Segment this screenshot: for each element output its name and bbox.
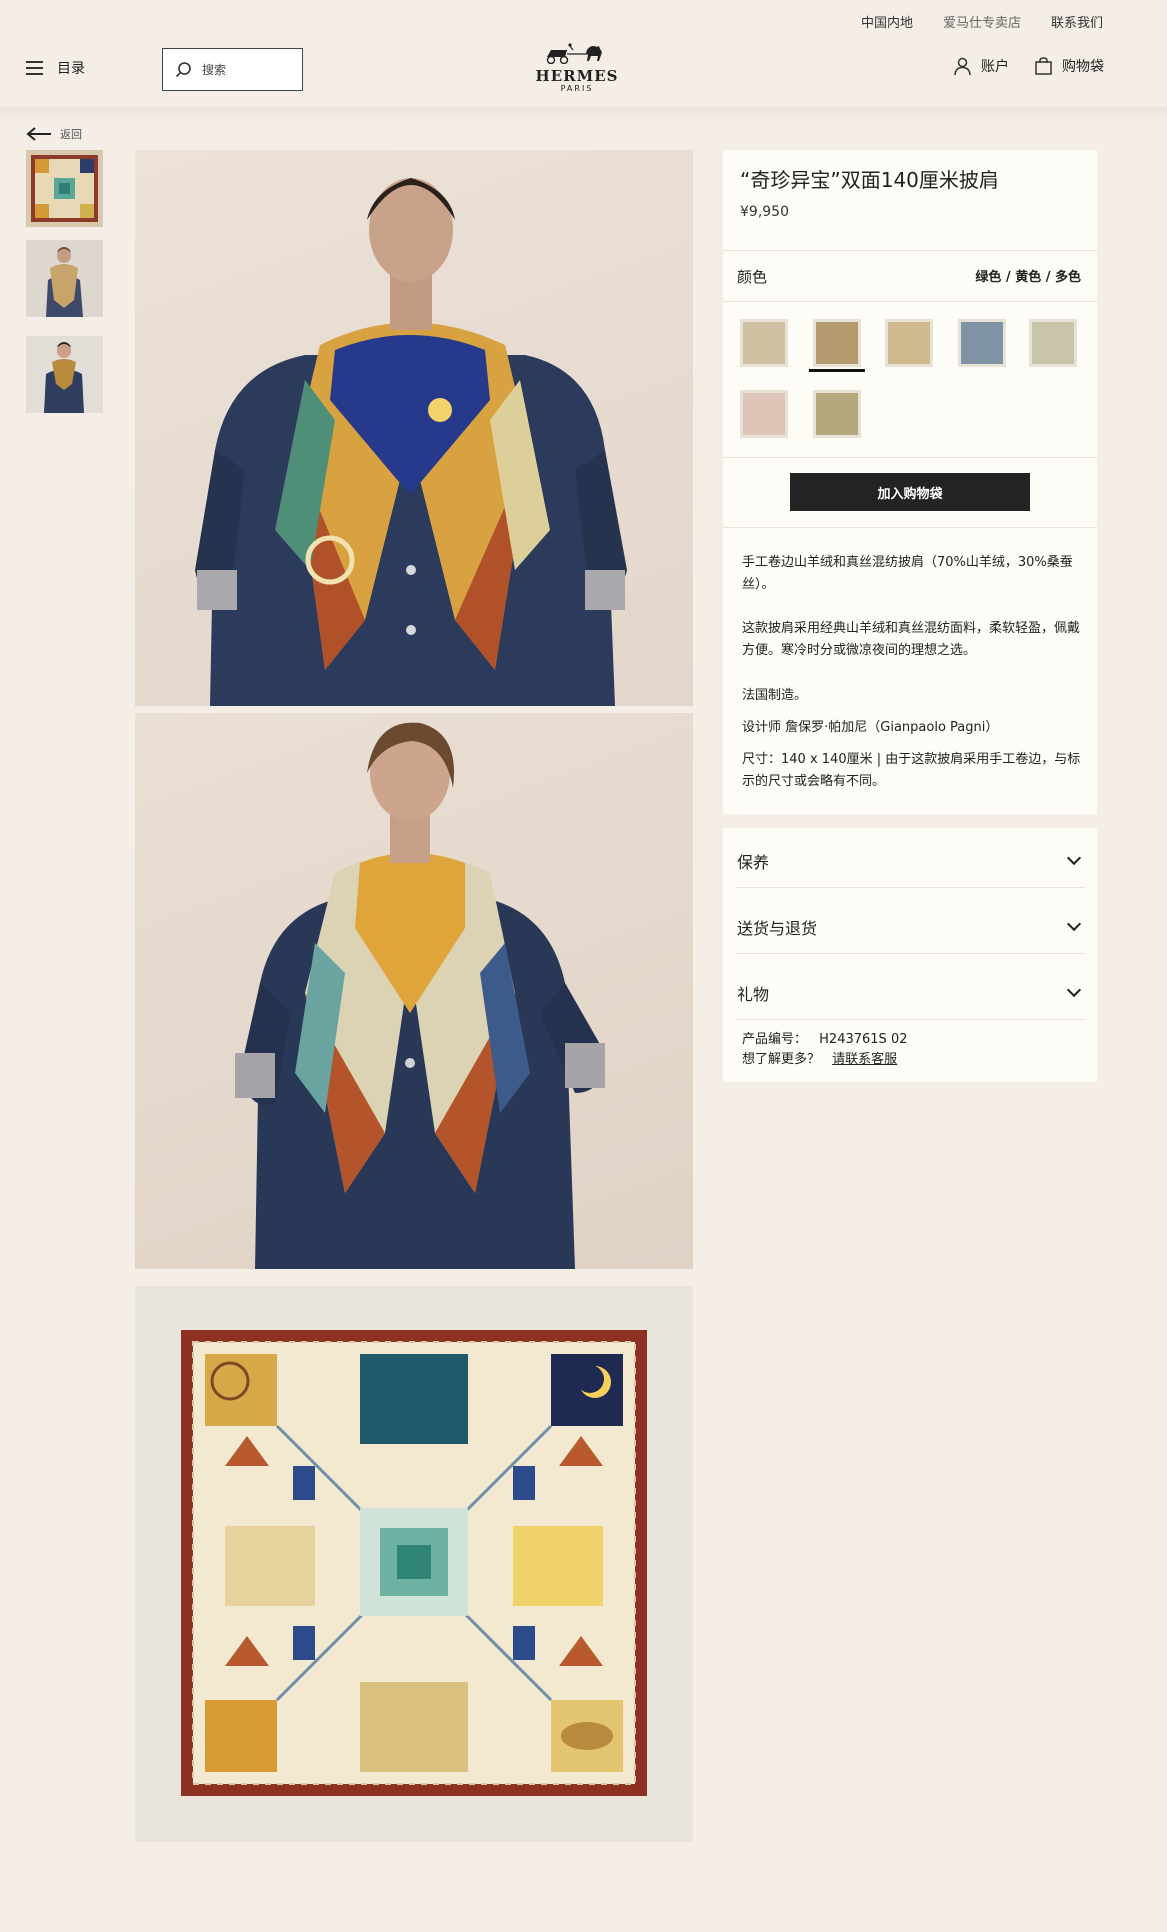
region-link[interactable]: 中国内地 [861,12,913,31]
divider [723,250,1097,251]
color-swatch-2[interactable] [813,319,861,367]
user-icon [954,57,971,75]
color-swatch-5[interactable] [1029,319,1077,367]
product-title: “奇珍异宝”双面140厘米披肩 [740,168,999,192]
accordion-shipping-label: 送货与退货 [737,918,818,938]
brand-logo[interactable]: HERMES PARIS [532,42,622,94]
color-swatch-7[interactable] [813,390,861,438]
product-image-scarf[interactable] [135,1286,693,1842]
product-sku: 产品编号： H243761S 02 [742,1028,907,1047]
product-image-model-2[interactable] [135,713,693,1269]
bag-label: 购物袋 [1062,59,1104,75]
description-body: 这款披肩采用经典山羊绒和真丝混纺面料，柔软轻盈，佩戴方便。寒冷时分或微凉夜间的理… [742,621,1081,658]
chevron-down-icon [1066,850,1082,865]
divider [723,527,1097,528]
add-to-bag-button[interactable]: 加入购物袋 [790,473,1030,511]
bag-button[interactable]: 购物袋 [1035,56,1104,76]
divider [723,301,1097,302]
color-swatch-1[interactable] [740,319,788,367]
color-value: 绿色 / 黄色 / 多色 [975,270,1081,285]
color-swatch-6[interactable] [740,390,788,438]
contact-link[interactable]: 联系我们 [1051,12,1103,31]
selected-swatch-indicator [809,369,865,372]
accordion-care[interactable]: 保养 [737,834,1085,888]
description-designer: 设计师 詹保罗·帕加尼（Gianpaolo Pagni） [742,720,999,735]
info-accordion: 保养 送货与退货 礼物 产品编号： H243761S 02 想了解更多？ 请联系… [723,828,1097,1082]
hamburger-icon [26,61,43,75]
account-button[interactable]: 账户 [954,56,1009,76]
accordion-gift[interactable]: 礼物 [737,966,1085,1020]
arrow-left-icon [26,127,51,141]
thumbnail-model-1[interactable] [26,240,103,317]
accordion-shipping[interactable]: 送货与退货 [737,900,1085,954]
thumbnail-model-2[interactable] [26,336,103,413]
brand-name: HERMES [535,67,619,85]
back-label: 返回 [60,128,82,141]
header-actions: 账户 购物袋 [954,56,1104,76]
accordion-care-label: 保养 [737,852,770,872]
search-input[interactable] [202,62,282,77]
search-icon [175,62,191,78]
brand-city: PARIS [560,84,594,93]
color-swatch-3[interactable] [885,319,933,367]
search-box[interactable] [162,48,303,91]
product-panel: “奇珍异宝”双面140厘米披肩 ¥9,950 颜色 绿色 / 黄色 / 多色 加… [723,150,1097,814]
account-label: 账户 [981,59,1009,75]
divider [723,457,1097,458]
header-divider [0,107,1167,121]
utility-nav: 中国内地 爱马仕专卖店 联系我们 [861,12,1103,31]
chevron-down-icon [1066,982,1082,997]
chevron-down-icon [1066,916,1082,931]
stores-link[interactable]: 爱马仕专卖店 [943,12,1021,31]
sku-label: 产品编号： [742,1032,808,1047]
sku-value: H243761S 02 [819,1032,908,1047]
color-swatch-4[interactable] [958,319,1006,367]
product-image-model-1[interactable] [135,150,693,706]
menu-label: 目录 [57,61,85,77]
color-label: 颜色 [737,268,768,286]
help-label: 想了解更多？ [742,1052,821,1067]
thumbnail-scarf[interactable] [26,150,103,227]
help-line: 想了解更多？ 请联系客服 [742,1048,897,1067]
carriage-icon [546,43,602,65]
description-origin: 法国制造。 [742,688,808,703]
description-material: 手工卷边山羊绒和真丝混纺披肩（70%山羊绒，30%桑蚕丝）。 [742,555,1073,592]
contact-service-link[interactable]: 请联系客服 [832,1052,897,1067]
site-header: 目录 HERMES PARIS 账户 [0,40,1167,106]
back-link[interactable]: 返回 [26,126,82,142]
accordion-gift-label: 礼物 [737,984,770,1004]
menu-button[interactable]: 目录 [26,58,85,78]
description-size: 尺寸：140 x 140厘米 | 由于这款披肩采用手工卷边，与标示的尺寸或会略有… [742,752,1081,789]
bag-icon [1035,57,1052,75]
product-price: ¥9,950 [740,204,789,220]
